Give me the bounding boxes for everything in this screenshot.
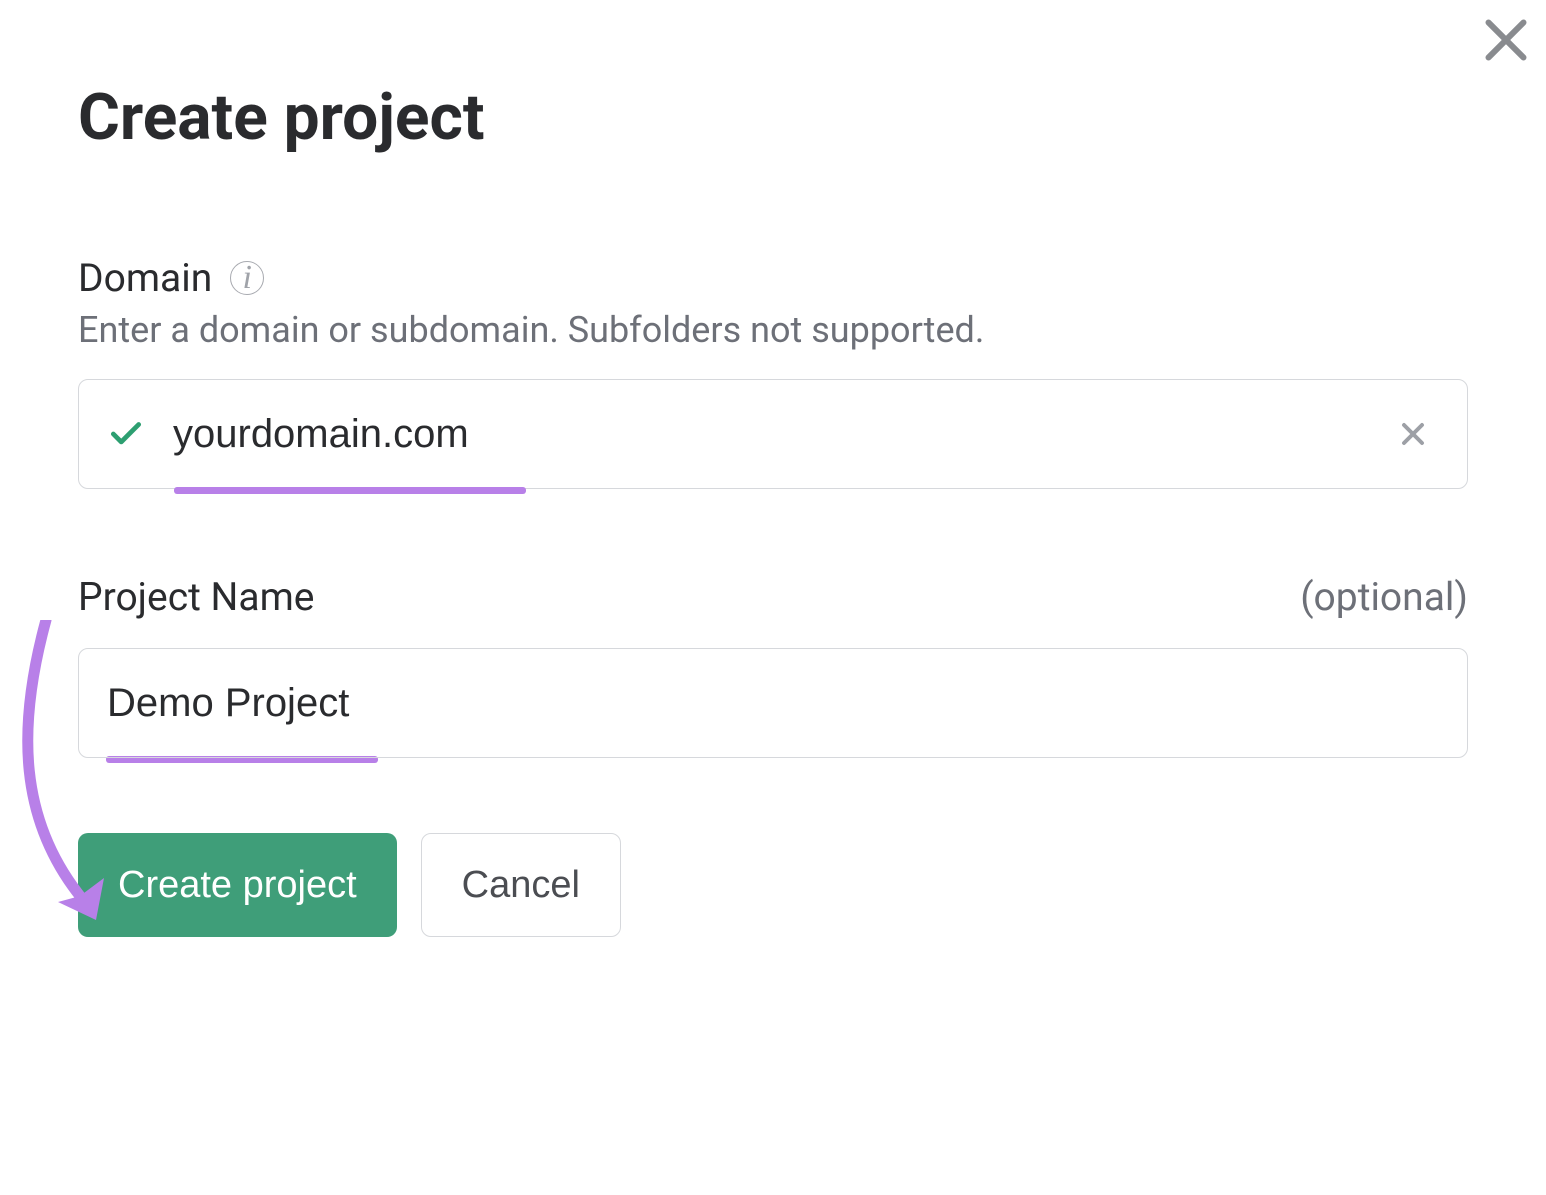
domain-helper-text: Enter a domain or subdomain. Subfolders … [78, 309, 1468, 351]
dialog-title: Create project [78, 80, 1468, 155]
domain-input-wrapper [78, 379, 1468, 489]
checkmark-icon [107, 415, 145, 453]
optional-hint: (optional) [1300, 574, 1468, 620]
info-icon[interactable]: i [230, 261, 264, 295]
clear-input-icon[interactable] [1387, 408, 1439, 460]
project-name-section: Project Name (optional) [78, 574, 1468, 763]
project-name-input[interactable] [107, 681, 1439, 726]
highlight-underline [174, 487, 526, 494]
domain-section: Domain i Enter a domain or subdomain. Su… [78, 255, 1468, 494]
project-name-label: Project Name [78, 574, 314, 620]
create-project-button[interactable]: Create project [78, 833, 397, 937]
close-icon[interactable] [1476, 10, 1536, 70]
cancel-button[interactable]: Cancel [421, 833, 621, 937]
domain-input[interactable] [173, 412, 1387, 457]
project-name-input-wrapper [78, 648, 1468, 758]
domain-label: Domain [78, 255, 212, 301]
create-project-dialog: Create project Domain i Enter a domain o… [0, 0, 1546, 937]
dialog-actions: Create project Cancel [78, 833, 1468, 937]
